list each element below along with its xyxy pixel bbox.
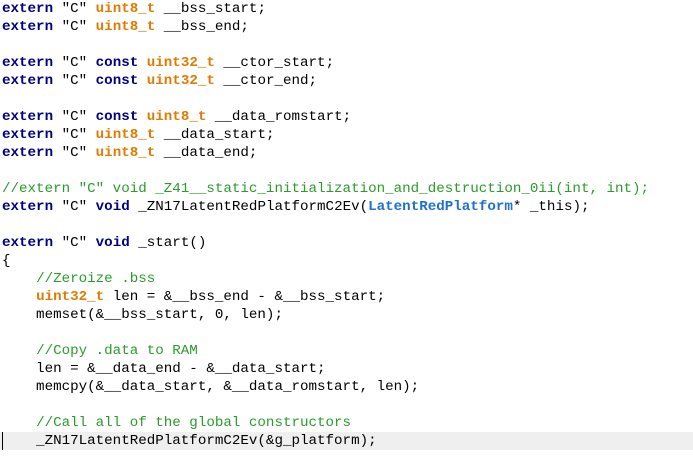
code-token: "C" <box>53 55 96 71</box>
code-line[interactable]: extern "C" uint8_t __data_end; <box>0 144 693 162</box>
code-token: "C" <box>53 109 96 125</box>
code-token: uint8_t <box>95 19 156 35</box>
code-token: __ctor_end; <box>214 73 318 89</box>
code-token: extern <box>2 235 54 251</box>
code-token: memcpy(&__data_start, &__data_romstart, … <box>2 379 420 395</box>
code-line[interactable]: extern "C" uint8_t __bss_start; <box>0 0 693 18</box>
code-token: "C" <box>53 127 96 143</box>
code-line[interactable] <box>0 324 693 342</box>
code-token: len = &__data_end - &__data_start; <box>2 361 326 377</box>
code-line[interactable]: //extern "C" void _Z41__static_initializ… <box>0 180 693 198</box>
code-line[interactable]: extern "C" const uint32_t __ctor_end; <box>0 72 693 90</box>
code-token: { <box>2 253 11 269</box>
code-line[interactable] <box>0 90 693 108</box>
code-token: extern <box>2 1 54 17</box>
code-line[interactable]: extern "C" const uint32_t __ctor_start; <box>0 54 693 72</box>
code-line[interactable]: //Copy .data to RAM <box>0 342 693 360</box>
code-token: "C" <box>53 145 96 161</box>
code-editor[interactable]: extern "C" uint8_t __bss_start; extern "C… <box>0 0 693 456</box>
code-line[interactable]: uint32_t len = &__bss_end - &__bss_start… <box>0 288 693 306</box>
code-line[interactable]: { <box>0 252 693 270</box>
code-token: uint32_t <box>146 73 215 89</box>
code-token: extern <box>2 145 54 161</box>
code-line[interactable] <box>0 36 693 54</box>
code-token: "C" <box>53 19 96 35</box>
code-token: extern <box>2 19 54 35</box>
code-token: const <box>95 73 139 89</box>
code-line[interactable]: extern "C" uint8_t __data_start; <box>0 126 693 144</box>
code-token: uint8_t <box>95 145 156 161</box>
code-token: __data_romstart; <box>206 109 352 125</box>
code-token: "C" <box>53 73 96 89</box>
code-line[interactable]: extern "C" const uint8_t __data_romstart… <box>0 108 693 126</box>
text-caret <box>2 432 3 450</box>
code-token: void <box>95 199 130 215</box>
code-token: extern <box>2 199 54 215</box>
code-token: uint32_t <box>146 55 215 71</box>
code-line[interactable]: memcpy(&__data_start, &__data_romstart, … <box>0 378 693 396</box>
code-token: //Zeroize .bss <box>36 271 156 287</box>
code-token: __data_start; <box>155 127 275 143</box>
code-token: __bss_start; <box>155 1 266 17</box>
code-token: const <box>95 109 139 125</box>
code-token: _ZN17LatentRedPlatformC2Ev(&g_platform); <box>2 433 377 449</box>
code-token: const <box>95 55 139 71</box>
code-token: len = &__bss_end - &__bss_start; <box>104 289 386 305</box>
code-token: "C" <box>53 235 96 251</box>
code-token: _ZN17LatentRedPlatformC2Ev( <box>129 199 369 215</box>
code-token: //Copy .data to RAM <box>36 343 198 359</box>
code-line[interactable]: //Zeroize .bss <box>0 270 693 288</box>
code-token: //Call all of the global constructors <box>36 415 352 431</box>
code-token: uint32_t <box>36 289 105 305</box>
code-token: extern <box>2 73 54 89</box>
code-token: memset(&__bss_start, 0, len); <box>2 307 283 323</box>
code-token: extern <box>2 127 54 143</box>
code-token: "C" <box>53 1 96 17</box>
code-token: uint8_t <box>95 1 156 17</box>
code-line[interactable] <box>0 396 693 414</box>
code-line[interactable]: //Call all of the global constructors <box>0 414 693 432</box>
code-line[interactable]: _ZN17LatentRedPlatformC2Ev(&g_platform); <box>0 432 693 450</box>
code-token: * _this); <box>512 199 590 215</box>
code-token: _start() <box>129 235 207 251</box>
code-line[interactable] <box>0 162 693 180</box>
code-line[interactable]: extern "C" uint8_t __bss_end; <box>0 18 693 36</box>
code-line[interactable]: len = &__data_end - &__data_start; <box>0 360 693 378</box>
code-token: uint8_t <box>95 127 156 143</box>
code-token: __bss_end; <box>155 19 249 35</box>
code-token: extern <box>2 55 54 71</box>
code-token: //extern "C" void _Z41__static_initializ… <box>2 181 650 197</box>
code-token: "C" <box>53 199 96 215</box>
code-line[interactable]: extern "C" void _ZN17LatentRedPlatformC2… <box>0 198 693 216</box>
code-token: LatentRedPlatform <box>368 199 513 215</box>
code-line[interactable] <box>0 216 693 234</box>
code-token: uint8_t <box>146 109 207 125</box>
code-token: extern <box>2 109 54 125</box>
code-token: __ctor_start; <box>214 55 335 71</box>
code-line[interactable]: extern "C" void _start() <box>0 234 693 252</box>
code-line[interactable]: memset(&__bss_start, 0, len); <box>0 306 693 324</box>
code-token: __data_end; <box>155 145 258 161</box>
code-token: void <box>95 235 130 251</box>
